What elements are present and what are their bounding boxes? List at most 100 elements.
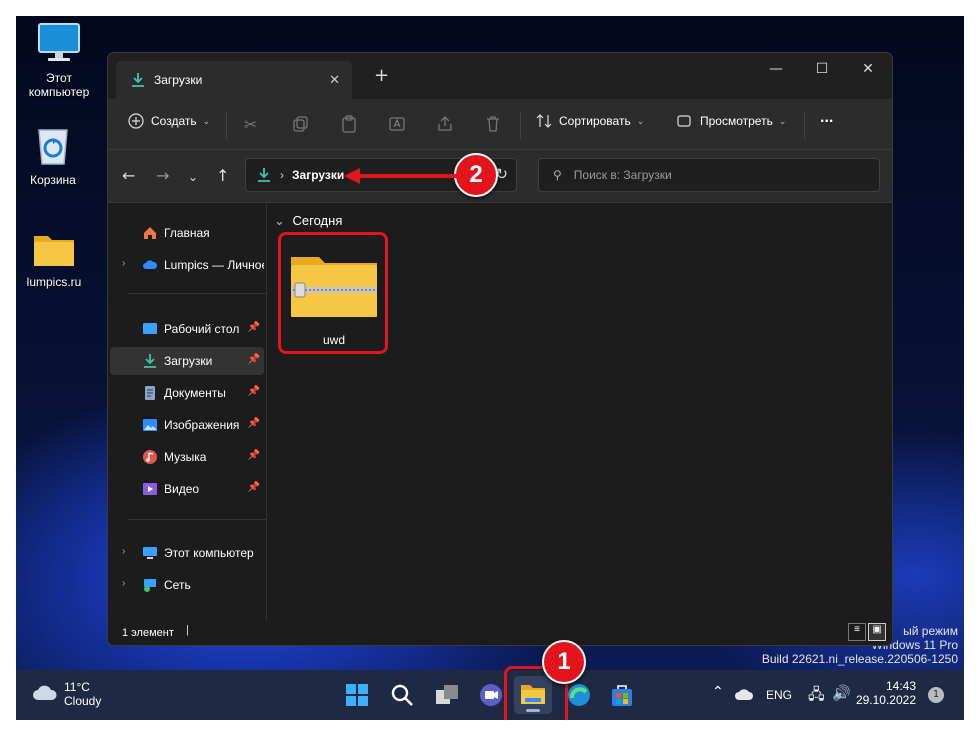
- store-icon[interactable]: [609, 682, 635, 708]
- chevron-down-icon: ⌄: [202, 115, 211, 126]
- sidebar-label: Lumpics — Личное: [164, 258, 264, 272]
- maximize-button[interactable]: ☐: [799, 61, 845, 87]
- video-icon: [143, 483, 157, 495]
- red-arrow-indicator: [344, 168, 460, 184]
- recent-chevron-icon[interactable]: ⌄: [188, 170, 198, 184]
- chevron-down-icon: ⌄: [778, 115, 787, 126]
- sidebar-item-pictures[interactable]: Изображения 📌: [110, 411, 264, 439]
- language-indicator[interactable]: ENG: [766, 688, 792, 702]
- desktop: Этот компьютер Корзина lumpics.ru ый реж…: [16, 16, 964, 720]
- share-icon[interactable]: [436, 115, 454, 133]
- chevron-down-icon: ⌄: [274, 213, 285, 228]
- teams-chat-icon[interactable]: [478, 682, 504, 708]
- up-arrow-icon[interactable]: ↑: [216, 166, 229, 185]
- cloud-icon: [143, 260, 158, 269]
- sidebar-label: Загрузки: [164, 354, 213, 368]
- task-view-icon[interactable]: [434, 682, 460, 708]
- download-icon: [258, 168, 270, 182]
- sidebar-item-documents[interactable]: Документы 📌: [110, 379, 264, 407]
- toolbar-divider: [226, 111, 227, 139]
- close-tab-icon[interactable]: ✕: [329, 73, 340, 88]
- toolbar-divider: [804, 111, 805, 139]
- cut-icon[interactable]: ✂: [244, 115, 262, 134]
- desktop-icon: [143, 323, 157, 334]
- sort-icon: [536, 114, 552, 128]
- onedrive-cloud-icon[interactable]: [734, 688, 754, 702]
- network-icon: [144, 579, 156, 592]
- recycle-bin-icon: [38, 129, 68, 165]
- search-placeholder: Поиск в: Загрузки: [573, 168, 672, 182]
- forward-arrow-icon[interactable]: →: [156, 166, 169, 185]
- address-row: ← → ⌄ ↑ › Загрузки ↻ ⚲ Поиск в: Загрузки: [108, 150, 892, 203]
- new-tab-button[interactable]: +: [374, 65, 389, 86]
- pin-icon[interactable]: 📌: [248, 482, 260, 493]
- sidebar-item-videos[interactable]: Видео 📌: [110, 475, 264, 503]
- sidebar-divider: [128, 293, 266, 294]
- tiles-view-icon[interactable]: ▣: [868, 623, 886, 641]
- group-label: Сегодня: [292, 213, 343, 228]
- view-icon: [677, 115, 691, 127]
- tray-overflow-chevron-icon[interactable]: ⌃: [712, 684, 724, 700]
- delete-icon[interactable]: [484, 115, 502, 133]
- status-bar: 1 элемент | ≡ ▣: [108, 621, 892, 645]
- pin-icon[interactable]: 📌: [248, 450, 260, 461]
- music-icon: [143, 450, 157, 464]
- group-header[interactable]: ⌄ Сегодня: [274, 213, 342, 229]
- expand-chevron-icon[interactable]: ›: [122, 258, 125, 269]
- desktop-icon-this-pc[interactable]: Этот компьютер: [19, 22, 99, 99]
- create-button[interactable]: Создать ⌄: [128, 113, 210, 129]
- tab-title: Загрузки: [154, 73, 203, 87]
- pin-icon[interactable]: 📌: [248, 386, 260, 397]
- back-arrow-icon[interactable]: ←: [122, 166, 135, 185]
- breadcrumb-current[interactable]: Загрузки: [292, 168, 344, 182]
- view-label: Просмотреть: [700, 114, 773, 128]
- close-window-button[interactable]: ✕: [845, 61, 891, 87]
- volume-icon[interactable]: 🔊: [832, 684, 851, 702]
- rename-icon[interactable]: [388, 115, 406, 133]
- edge-browser-icon[interactable]: [566, 682, 592, 708]
- sidebar-item-onedrive[interactable]: › Lumpics — Личное: [110, 251, 264, 279]
- sort-label: Сортировать: [559, 114, 631, 128]
- notification-badge[interactable]: 1: [928, 687, 944, 703]
- more-options-button[interactable]: ...: [820, 109, 833, 127]
- desktop-icon-recycle-bin[interactable]: Корзина: [16, 124, 93, 187]
- sidebar-label: Сеть: [164, 578, 191, 592]
- highlight-file-item: [278, 232, 388, 354]
- sort-button[interactable]: Сортировать ⌄: [536, 113, 644, 129]
- pin-icon[interactable]: 📌: [248, 322, 260, 333]
- view-button[interactable]: Просмотреть ⌄: [676, 113, 786, 129]
- sidebar-item-music[interactable]: Музыка 📌: [110, 443, 264, 471]
- search-icon[interactable]: [389, 682, 415, 708]
- sidebar-item-desktop[interactable]: Рабочий стол 📌: [110, 315, 264, 343]
- sidebar-item-network[interactable]: › Сеть: [110, 571, 264, 599]
- windows-start-icon[interactable]: [344, 682, 370, 708]
- details-view-icon[interactable]: ≡: [848, 623, 866, 641]
- tab-downloads[interactable]: Загрузки ✕: [116, 61, 352, 99]
- command-bar: Создать ⌄ ✂ Сортировать ⌄ Просмотреть ⌄ …: [108, 99, 892, 150]
- home-icon: [144, 227, 156, 239]
- network-icon[interactable]: 🖧: [808, 684, 825, 709]
- folder-icon: [34, 236, 74, 266]
- sidebar-item-home[interactable]: Главная: [110, 219, 264, 247]
- item-count: 1 элемент: [122, 627, 174, 639]
- sidebar-label: Документы: [164, 386, 226, 400]
- expand-chevron-icon[interactable]: ›: [122, 546, 125, 557]
- weather-temp: 11°C: [64, 680, 90, 694]
- download-icon: [132, 73, 144, 87]
- paste-icon[interactable]: [340, 115, 358, 133]
- tab-bar: Загрузки ✕ + — ☐ ✕: [108, 53, 892, 99]
- weather-widget[interactable]: 11°C Cloudy: [32, 680, 101, 708]
- copy-icon[interactable]: [292, 115, 310, 133]
- sidebar-divider: [128, 519, 266, 520]
- expand-chevron-icon[interactable]: ›: [122, 578, 125, 589]
- pin-icon[interactable]: 📌: [248, 354, 260, 365]
- search-input[interactable]: ⚲ Поиск в: Загрузки: [538, 158, 880, 192]
- minimize-button[interactable]: —: [753, 61, 799, 87]
- clock[interactable]: 14:43 29.10.2022: [854, 679, 916, 707]
- navigation-pane: Главная › Lumpics — Личное Рабочий стол …: [108, 203, 267, 623]
- pin-icon[interactable]: 📌: [248, 418, 260, 429]
- desktop-icon-label: Корзина: [30, 173, 76, 187]
- sidebar-item-this-pc[interactable]: › Этот компьютер: [110, 539, 264, 567]
- desktop-icon-folder[interactable]: lumpics.ru: [16, 232, 94, 289]
- sidebar-item-downloads[interactable]: Загрузки 📌: [110, 347, 264, 375]
